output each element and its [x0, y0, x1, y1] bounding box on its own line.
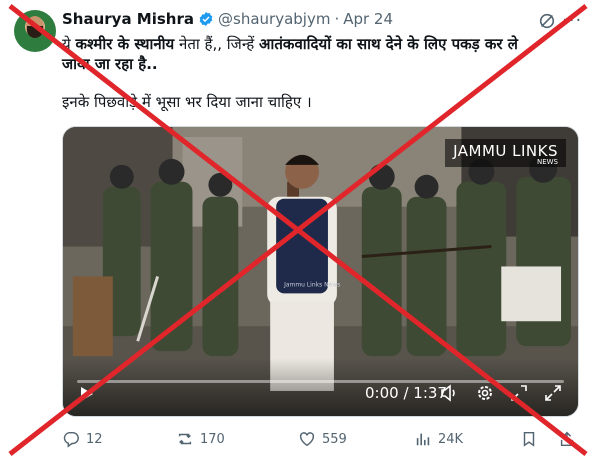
tweet-text-line-3: इनके पिछवाड़े में भूसा भर दिया जाना चाहि…	[62, 93, 312, 111]
views-icon	[416, 433, 430, 446]
share-icon	[560, 431, 574, 447]
tweet-text-line-2: जाया जा रहा है..	[62, 54, 572, 74]
tweet-text-segment: जाया जा रहा है..	[62, 55, 158, 73]
tweet-text-segment: नेता हैं,, जिन्हें	[174, 35, 260, 53]
tweet-text-line-1: ये कश्मीर के स्थानीय नेता हैं,, जिन्हें …	[62, 34, 572, 54]
tweet-text-segment: ये	[62, 35, 76, 53]
vest-text: Jammu Links News	[283, 281, 340, 288]
reply-icon	[63, 431, 79, 448]
like-action[interactable]: 559	[298, 428, 347, 450]
repost-icon	[178, 433, 192, 445]
share-action[interactable]	[558, 428, 576, 450]
separator: ·	[334, 10, 340, 28]
fullscreen-icon[interactable]	[543, 383, 563, 403]
heart-icon	[299, 432, 315, 447]
gear-icon[interactable]	[475, 383, 495, 403]
reply-action[interactable]: 12	[62, 428, 103, 450]
avatar-beard	[27, 26, 43, 38]
video-controls: 0:00 / 1:37	[63, 358, 578, 416]
avatar[interactable]	[14, 10, 56, 52]
verified-badge-icon	[199, 12, 213, 26]
volume-icon[interactable]	[439, 383, 459, 403]
video-player[interactable]: Jammu Links News JAMMU LINKS NEWS 0:00 /…	[62, 126, 579, 417]
more-icon[interactable]: ···	[562, 10, 582, 31]
views-count: 24K	[438, 431, 464, 447]
bookmark-action[interactable]	[520, 428, 538, 450]
tweet-date[interactable]: Apr 24	[343, 10, 393, 28]
tweet[interactable]: Shaurya Mishra @shauryabjym · Apr 24 ···…	[0, 0, 590, 459]
video-timecode: 0:00 / 1:37	[365, 384, 447, 402]
author-handle[interactable]: @shauryabjym	[218, 10, 330, 28]
views-action[interactable]: 24K	[414, 428, 463, 450]
tweet-actions: 12 170 559 24K	[62, 428, 582, 450]
channel-watermark: JAMMU LINKS NEWS	[445, 139, 566, 167]
tweet-text-segment: आतंकवादियों का साथ देने के लिए पकड़ कर ल…	[259, 35, 518, 53]
tweet-text-segment: कश्मीर के स्थानीय	[75, 35, 175, 53]
reply-count: 12	[86, 431, 103, 447]
play-icon[interactable]	[79, 386, 95, 402]
bookmark-icon	[523, 431, 535, 447]
repost-action[interactable]: 170	[176, 428, 225, 450]
author-name[interactable]: Shaurya Mishra	[62, 10, 194, 28]
tweet-text: ये कश्मीर के स्थानीय नेता हैं,, जिन्हें …	[62, 34, 572, 112]
minimize-icon[interactable]	[509, 383, 529, 403]
tweet-header: Shaurya Mishra @shauryabjym · Apr 24	[62, 10, 393, 28]
repost-count: 170	[200, 431, 225, 447]
like-count: 559	[322, 431, 347, 447]
grok-icon[interactable]	[538, 12, 556, 30]
time-current: 0:00	[365, 384, 399, 402]
time-separator: /	[398, 384, 414, 402]
